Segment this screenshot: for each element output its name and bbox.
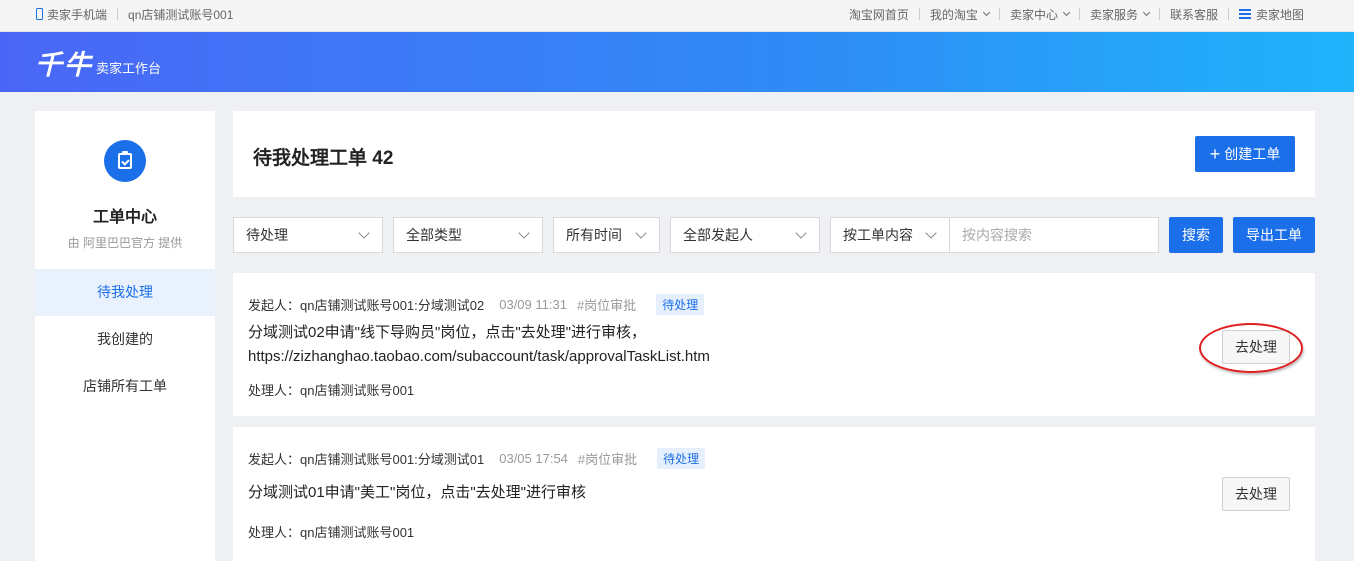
status-select-value: 待处理 xyxy=(246,227,288,243)
task-card: 发起人：qn店铺测试账号001:分域测试02 03/09 11:31 #岗位审批… xyxy=(233,273,1315,416)
chevron-down-icon xyxy=(982,8,990,17)
search-mode-value: 按工单内容 xyxy=(843,227,913,243)
export-button[interactable]: 导出工单 xyxy=(1233,217,1315,253)
chevron-down-icon xyxy=(795,227,807,239)
type-select-value: 全部类型 xyxy=(406,227,462,243)
plus-icon: + xyxy=(1209,144,1221,164)
create-ticket-button[interactable]: + 创建工单 xyxy=(1195,136,1295,172)
taobao-home-link[interactable]: 淘宝网首页 xyxy=(849,6,909,23)
task-initiator: 发起人：qn店铺测试账号001:分域测试02 xyxy=(248,298,485,313)
sidebar-item-created[interactable]: 我创建的 xyxy=(35,316,215,363)
task-meta: 发起人：qn店铺测试账号001:分域测试01 03/05 17:54 #岗位审批… xyxy=(248,448,706,469)
status-badge: 待处理 xyxy=(657,448,706,469)
seller-center-label: 卖家中心 xyxy=(1009,7,1058,22)
search-input[interactable] xyxy=(950,217,1159,253)
task-tag: #岗位审批 xyxy=(577,452,638,467)
status-badge: 待处理 xyxy=(656,294,705,315)
task-tag: #岗位审批 xyxy=(576,298,637,313)
task-time: 03/05 17:54 xyxy=(499,451,568,466)
seller-mobile-link[interactable]: 卖家手机端 xyxy=(36,6,107,23)
header-banner: 千牛 卖家工作台 xyxy=(0,32,1354,92)
divider xyxy=(918,8,920,20)
seller-service-menu[interactable]: 卖家服务 xyxy=(1089,6,1151,23)
seller-map-link[interactable]: 卖家地图 xyxy=(1238,6,1304,23)
process-button[interactable]: 去处理 xyxy=(1222,330,1290,364)
type-select[interactable]: 全部类型 xyxy=(393,217,543,253)
task-handler: 处理人：qn店铺测试账号001 xyxy=(248,525,415,540)
seller-center-menu[interactable]: 卖家中心 xyxy=(1009,6,1070,23)
task-content-link[interactable]: https://zizhanghao.taobao.com/subaccount… xyxy=(248,345,710,369)
initiator-select-value: 全部发起人 xyxy=(683,227,753,243)
task-content-line: 分域测试01申请"美工"岗位，点击"去处理"进行审核 xyxy=(248,484,586,501)
seller-service-label: 卖家服务 xyxy=(1089,7,1138,22)
seller-mobile-label: 卖家手机端 xyxy=(47,7,108,22)
chevron-down-icon xyxy=(518,227,530,239)
account-name[interactable]: qn店铺测试账号001 xyxy=(128,6,233,23)
task-time: 03/09 11:31 xyxy=(499,297,567,312)
divider xyxy=(1078,8,1080,20)
task-handler: 处理人：qn店铺测试账号001 xyxy=(248,383,415,398)
chevron-down-icon xyxy=(1062,8,1070,17)
seller-map-label: 卖家地图 xyxy=(1255,7,1304,22)
sidebar-nav: 待我处理 我创建的 店铺所有工单 xyxy=(35,269,215,410)
mobile-phone-icon xyxy=(36,8,43,20)
sidebar: 工单中心 由 阿里巴巴官方 提供 待我处理 我创建的 店铺所有工单 xyxy=(35,111,215,561)
time-select-value: 所有时间 xyxy=(566,227,622,243)
clipboard-check-icon xyxy=(104,140,146,182)
workbench-subtitle: 卖家工作台 xyxy=(96,61,162,76)
task-card: 发起人：qn店铺测试账号001:分域测试01 03/05 17:54 #岗位审批… xyxy=(233,427,1315,561)
process-button[interactable]: 去处理 xyxy=(1222,477,1290,511)
page-title: 待我处理工单 42 xyxy=(253,148,394,169)
my-taobao-menu[interactable]: 我的淘宝 xyxy=(929,6,990,23)
task-content: 分域测试02申请"线下导购员"岗位，点击"去处理"进行审核， https://z… xyxy=(248,321,710,369)
page-header-card: 待我处理工单 42 + 创建工单 xyxy=(233,111,1315,197)
my-taobao-label: 我的淘宝 xyxy=(929,7,978,22)
sidebar-item-all[interactable]: 店铺所有工单 xyxy=(35,363,215,410)
task-content-line: 分域测试02申请"线下导购员"岗位，点击"去处理"进行审核， xyxy=(248,324,646,341)
create-ticket-label: 创建工单 xyxy=(1224,146,1281,162)
divider xyxy=(117,8,119,20)
time-select[interactable]: 所有时间 xyxy=(553,217,660,253)
chevron-down-icon xyxy=(1142,8,1151,17)
initiator-select[interactable]: 全部发起人 xyxy=(670,217,820,253)
sidebar-title: 工单中心 xyxy=(92,209,157,226)
sidebar-item-pending[interactable]: 待我处理 xyxy=(35,269,215,316)
task-content: 分域测试01申请"美工"岗位，点击"去处理"进行审核 xyxy=(248,481,586,505)
task-initiator: 发起人：qn店铺测试账号001:分域测试01 xyxy=(248,452,485,467)
chevron-down-icon xyxy=(925,227,937,239)
divider xyxy=(998,8,1000,20)
top-nav-bar: 卖家手机端 qn店铺测试账号001 淘宝网首页 我的淘宝 卖家中心 卖家服务 联… xyxy=(0,0,1354,32)
qianniu-logo[interactable]: 千牛 xyxy=(35,43,93,82)
task-meta: 发起人：qn店铺测试账号001:分域测试02 03/09 11:31 #岗位审批… xyxy=(248,294,705,315)
search-button[interactable]: 搜索 xyxy=(1169,217,1223,253)
divider xyxy=(1158,8,1160,20)
contact-service-link[interactable]: 联系客服 xyxy=(1170,6,1218,23)
sidebar-provider: 由 阿里巴巴官方 提供 xyxy=(67,236,183,250)
search-mode-select[interactable]: 按工单内容 xyxy=(830,217,950,253)
divider xyxy=(1227,8,1229,20)
chevron-down-icon xyxy=(635,227,647,239)
chevron-down-icon xyxy=(358,227,370,239)
status-select[interactable]: 待处理 xyxy=(233,217,383,253)
menu-icon xyxy=(1238,9,1251,19)
